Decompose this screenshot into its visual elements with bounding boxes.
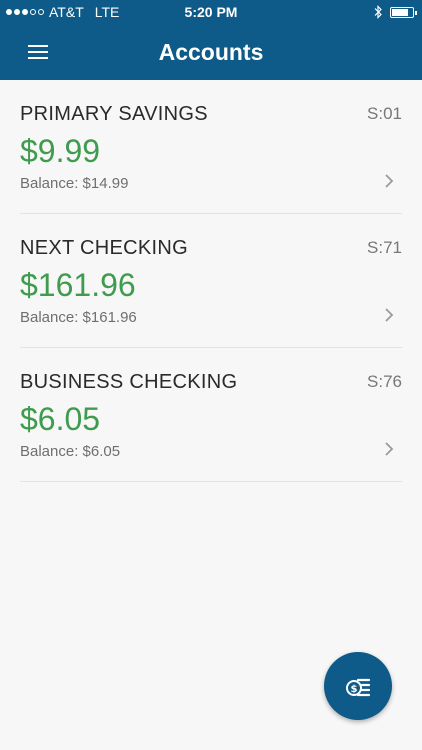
- page-title: Accounts: [158, 39, 264, 65]
- battery-icon: [390, 6, 417, 18]
- account-balance: Balance: $6.05: [20, 443, 121, 460]
- battery-level: [392, 8, 408, 16]
- account-available-amount: $161.96: [20, 267, 136, 303]
- app-header: AT&T LTE 5:20 PM Accounts: [0, 0, 422, 80]
- account-available-amount: $9.99: [20, 133, 101, 169]
- account-code: S:76: [367, 372, 402, 391]
- account-row-business-checking[interactable]: BUSINESS CHECKING S:76 $6.05 Balance: $6…: [20, 348, 402, 482]
- hamburger-menu-icon: [28, 45, 48, 47]
- transfer-money-button[interactable]: $: [324, 652, 392, 720]
- account-list: PRIMARY SAVINGS S:01 $9.99 Balance: $14.…: [20, 80, 402, 482]
- account-name: BUSINESS CHECKING: [20, 371, 238, 393]
- svg-text:$: $: [351, 684, 358, 695]
- account-available-amount: $6.05: [20, 401, 101, 437]
- account-balance: Balance: $161.96: [20, 309, 137, 326]
- bluetooth-icon: [374, 5, 382, 19]
- money-transfer-icon: $: [346, 678, 371, 697]
- chevron-right-icon: [385, 174, 394, 188]
- account-row-next-checking[interactable]: NEXT CHECKING S:71 $161.96 Balance: $161…: [20, 214, 402, 348]
- chevron-right-icon: [385, 308, 394, 322]
- account-balance: Balance: $14.99: [20, 175, 129, 192]
- status-time: 5:20 PM: [184, 4, 238, 20]
- account-code: S:01: [367, 104, 402, 123]
- menu-button[interactable]: [22, 38, 52, 66]
- chevron-right-icon: [385, 442, 394, 456]
- account-name: PRIMARY SAVINGS: [20, 103, 208, 125]
- account-row-primary-savings[interactable]: PRIMARY SAVINGS S:01 $9.99 Balance: $14.…: [20, 80, 402, 214]
- status-right: [374, 0, 417, 24]
- status-bar: AT&T LTE 5:20 PM: [0, 0, 422, 24]
- account-name: NEXT CHECKING: [20, 237, 189, 259]
- account-code: S:71: [367, 238, 402, 257]
